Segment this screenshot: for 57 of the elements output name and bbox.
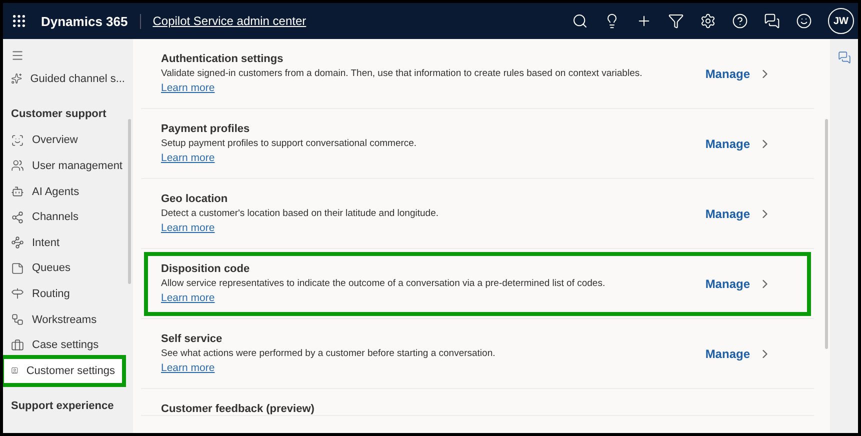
setting-description: See what actions were performed by a customer before starting a conversation. bbox=[161, 348, 496, 359]
learn-more-link[interactable]: Learn more bbox=[161, 292, 215, 304]
nav-item[interactable]: Queues bbox=[3, 256, 133, 282]
manage-button[interactable]: Manage bbox=[699, 206, 778, 222]
nodes-icon bbox=[11, 236, 24, 250]
nav-item[interactable]: AI Agents bbox=[3, 178, 133, 204]
robot-icon bbox=[11, 185, 24, 198]
learn-more-link[interactable]: Learn more bbox=[161, 152, 215, 164]
user-avatar[interactable]: JW bbox=[828, 8, 854, 34]
nav-item[interactable]: Workstreams bbox=[3, 306, 133, 332]
setting-title: Self service bbox=[161, 333, 224, 345]
nav-item[interactable]: Overview bbox=[3, 128, 133, 154]
nav-item[interactable]: Customer settings bbox=[3, 358, 123, 384]
setting-title: Authentication settings bbox=[161, 53, 284, 65]
sparkle-icon bbox=[11, 72, 22, 86]
manage-button[interactable]: Manage bbox=[699, 136, 778, 152]
nav-item[interactable]: User management bbox=[3, 153, 133, 179]
area-name-link[interactable]: Copilot Service admin center bbox=[152, 14, 306, 28]
manage-button[interactable]: Manage bbox=[699, 276, 778, 292]
app-launcher-icon[interactable] bbox=[11, 13, 27, 29]
section-heading: Customer support bbox=[10, 106, 108, 122]
people-icon bbox=[11, 159, 24, 172]
chat-icon[interactable] bbox=[764, 13, 780, 29]
briefcase-icon bbox=[11, 338, 24, 352]
note-icon bbox=[11, 262, 24, 275]
section-heading: Support experience bbox=[10, 398, 115, 414]
nav-item[interactable]: Case settings bbox=[3, 332, 133, 358]
scrollbar-thumb[interactable] bbox=[128, 119, 131, 284]
scrollbar-thumb[interactable] bbox=[824, 119, 828, 349]
share-icon bbox=[11, 210, 24, 224]
setting-title: Disposition code bbox=[161, 263, 251, 275]
setting-title: Geo location bbox=[161, 193, 229, 205]
app-name: Dynamics 365 bbox=[41, 14, 141, 28]
help-icon[interactable] bbox=[732, 13, 748, 29]
nav-item[interactable]: Intent bbox=[3, 230, 133, 256]
setting-title: Customer feedback (preview) bbox=[161, 403, 316, 415]
filter-icon[interactable] bbox=[668, 13, 684, 29]
setting-description: Allow service representatives to indicate the outcome of a conversation via a pre-determined list of codes. bbox=[161, 278, 606, 289]
smiley-icon[interactable] bbox=[796, 13, 812, 29]
setting-description: Validate signed-in customers from a domain. Then, use that information to create rules based on context variables. bbox=[161, 68, 644, 79]
plus-icon[interactable] bbox=[636, 13, 652, 29]
setting-title: Payment profiles bbox=[161, 123, 251, 135]
nav-item[interactable]: Guided channel s... bbox=[3, 66, 133, 92]
search-icon[interactable] bbox=[572, 13, 588, 29]
nav-item[interactable]: Routing bbox=[3, 281, 133, 307]
manage-button[interactable]: Manage bbox=[699, 66, 778, 82]
settings-icon[interactable] bbox=[700, 13, 716, 29]
nav-item[interactable]: Channels bbox=[3, 204, 133, 230]
learn-more-link[interactable]: Learn more bbox=[161, 222, 215, 234]
setting-description: Detect a customer's location based on their latitude and longitude. bbox=[161, 208, 440, 219]
learn-more-link[interactable]: Learn more bbox=[161, 362, 215, 374]
signpost-icon bbox=[11, 287, 24, 300]
flow-icon bbox=[11, 313, 24, 326]
manage-button[interactable]: Manage bbox=[699, 346, 778, 362]
face-scan-icon bbox=[11, 134, 24, 147]
learn-more-link[interactable]: Learn more bbox=[161, 82, 215, 94]
setting-description: Setup payment profiles to support conversational commerce. bbox=[161, 138, 418, 149]
